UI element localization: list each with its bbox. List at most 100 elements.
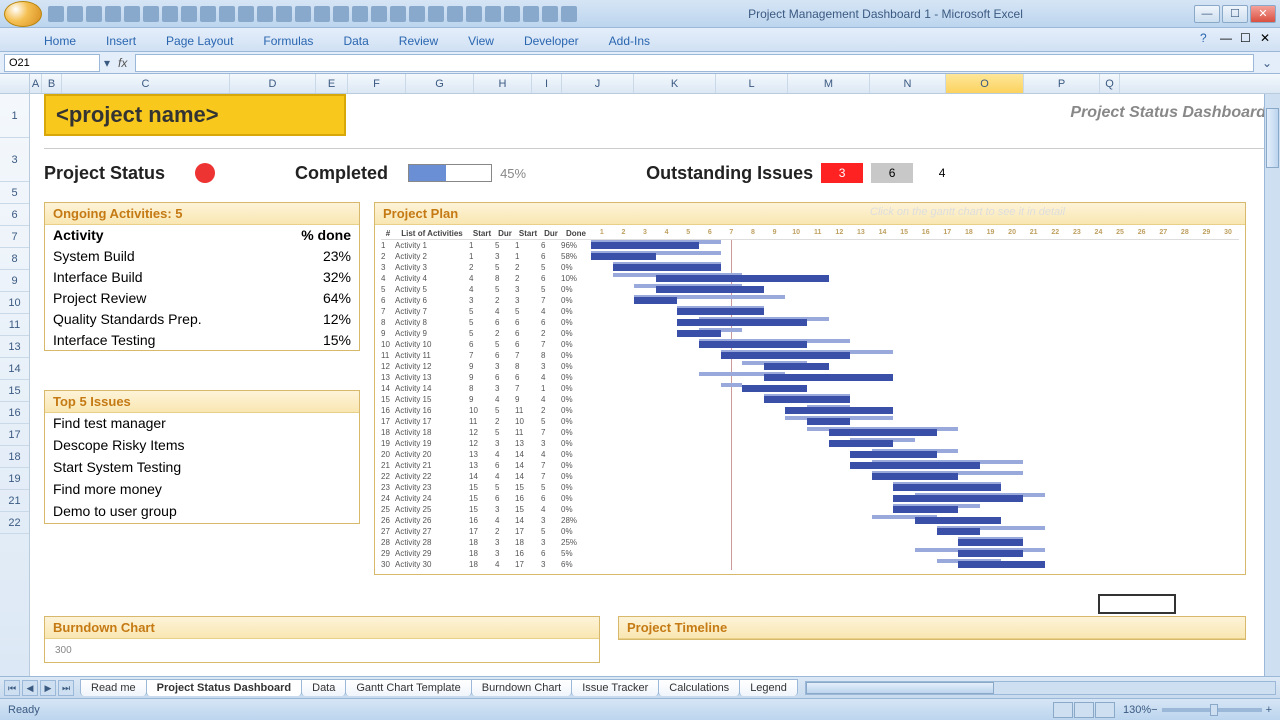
qat-icon[interactable] [238, 6, 254, 22]
column-header-L[interactable]: L [716, 74, 788, 93]
selected-cell[interactable] [1098, 594, 1176, 614]
qat-icon[interactable] [485, 6, 501, 22]
view-page-layout-icon[interactable] [1074, 702, 1094, 718]
name-box[interactable] [4, 54, 100, 72]
qat-icon[interactable] [428, 6, 444, 22]
qat-print-icon[interactable] [105, 6, 121, 22]
fx-icon[interactable]: fx [114, 56, 131, 70]
row-header-16[interactable]: 16 [0, 402, 29, 424]
ribbon-tab-formulas[interactable]: Formulas [255, 31, 321, 51]
office-button[interactable] [4, 1, 42, 27]
row-header-14[interactable]: 14 [0, 358, 29, 380]
tab-nav-first-icon[interactable]: ⏮ [4, 680, 20, 696]
row-header-1[interactable]: 1 [0, 94, 29, 138]
minimize-ribbon-icon[interactable]: — [1220, 31, 1234, 45]
qat-icon[interactable] [504, 6, 520, 22]
tab-nav-prev-icon[interactable]: ◀ [22, 680, 38, 696]
expand-formula-bar-icon[interactable]: ⌄ [1258, 56, 1276, 70]
column-header-H[interactable]: H [474, 74, 532, 93]
row-header-7[interactable]: 7 [0, 226, 29, 248]
row-header-8[interactable]: 8 [0, 248, 29, 270]
column-header-K[interactable]: K [634, 74, 716, 93]
qat-icon[interactable] [542, 6, 558, 22]
row-header-17[interactable]: 17 [0, 424, 29, 446]
qat-undo-icon[interactable] [67, 6, 83, 22]
column-header-D[interactable]: D [230, 74, 316, 93]
row-header-9[interactable]: 9 [0, 270, 29, 292]
qat-icon[interactable] [409, 6, 425, 22]
row-header-22[interactable]: 22 [0, 512, 29, 534]
maximize-button[interactable]: ☐ [1222, 5, 1248, 23]
ribbon-tab-review[interactable]: Review [391, 31, 446, 51]
qat-icon[interactable] [181, 6, 197, 22]
column-header-O[interactable]: O [946, 74, 1024, 93]
qat-icon[interactable] [390, 6, 406, 22]
row-header-6[interactable]: 6 [0, 204, 29, 226]
sheet-tab[interactable]: Legend [739, 679, 798, 696]
qat-redo-icon[interactable] [86, 6, 102, 22]
sheet-tab[interactable]: Data [301, 679, 346, 696]
select-all-button[interactable] [0, 74, 30, 93]
column-header-A[interactable]: A [30, 74, 42, 93]
qat-icon[interactable] [295, 6, 311, 22]
qat-icon[interactable] [523, 6, 539, 22]
close-button[interactable]: ✕ [1250, 5, 1276, 23]
ribbon-tab-view[interactable]: View [460, 31, 502, 51]
vertical-scrollbar[interactable] [1264, 94, 1280, 676]
row-header-13[interactable]: 13 [0, 336, 29, 358]
ribbon-tab-addins[interactable]: Add-Ins [601, 31, 658, 51]
sheet-tab[interactable]: Gantt Chart Template [345, 679, 471, 696]
qat-icon[interactable] [162, 6, 178, 22]
column-header-N[interactable]: N [870, 74, 946, 93]
qat-icon[interactable] [314, 6, 330, 22]
horizontal-scrollbar-thumb[interactable] [806, 682, 994, 694]
ribbon-tab-data[interactable]: Data [335, 31, 376, 51]
column-header-I[interactable]: I [532, 74, 562, 93]
name-box-dropdown-icon[interactable]: ▾ [104, 56, 110, 70]
view-page-break-icon[interactable] [1095, 702, 1115, 718]
ribbon-tab-insert[interactable]: Insert [98, 31, 144, 51]
qat-icon[interactable] [257, 6, 273, 22]
row-header-10[interactable]: 10 [0, 292, 29, 314]
zoom-in-button[interactable]: + [1266, 704, 1272, 716]
project-name-cell[interactable]: <project name> [44, 94, 346, 136]
row-header-3[interactable]: 3 [0, 138, 29, 182]
column-header-P[interactable]: P [1024, 74, 1100, 93]
sheet-tab[interactable]: Burndown Chart [471, 679, 573, 696]
sheet-tab[interactable]: Calculations [658, 679, 740, 696]
qat-icon[interactable] [561, 6, 577, 22]
project-plan-panel[interactable]: Project Plan # List of Activities Start … [374, 202, 1246, 575]
qat-icon[interactable] [124, 6, 140, 22]
close-workbook-icon[interactable]: ✕ [1260, 31, 1274, 45]
ribbon-tab-developer[interactable]: Developer [516, 31, 587, 51]
qat-icon[interactable] [143, 6, 159, 22]
qat-icon[interactable] [276, 6, 292, 22]
row-header-11[interactable]: 11 [0, 314, 29, 336]
qat-icon[interactable] [200, 6, 216, 22]
vertical-scrollbar-thumb[interactable] [1266, 108, 1279, 168]
column-header-C[interactable]: C [62, 74, 230, 93]
qat-icon[interactable] [333, 6, 349, 22]
row-header-5[interactable]: 5 [0, 182, 29, 204]
qat-icon[interactable] [466, 6, 482, 22]
sheet-tab[interactable]: Project Status Dashboard [146, 679, 302, 696]
qat-icon[interactable] [371, 6, 387, 22]
view-normal-icon[interactable] [1053, 702, 1073, 718]
column-header-M[interactable]: M [788, 74, 870, 93]
qat-save-icon[interactable] [48, 6, 64, 22]
ribbon-tab-page-layout[interactable]: Page Layout [158, 31, 241, 51]
qat-icon[interactable] [352, 6, 368, 22]
column-header-E[interactable]: E [316, 74, 348, 93]
row-header-15[interactable]: 15 [0, 380, 29, 402]
minimize-button[interactable]: — [1194, 5, 1220, 23]
row-header-18[interactable]: 18 [0, 446, 29, 468]
zoom-level[interactable]: 130% [1123, 704, 1151, 716]
zoom-slider[interactable] [1162, 708, 1262, 712]
restore-window-icon[interactable]: ☐ [1240, 31, 1254, 45]
column-header-J[interactable]: J [562, 74, 634, 93]
tab-nav-next-icon[interactable]: ▶ [40, 680, 56, 696]
tab-nav-last-icon[interactable]: ⏭ [58, 680, 74, 696]
sheet-tab[interactable]: Read me [80, 679, 147, 696]
column-header-F[interactable]: F [348, 74, 406, 93]
sheet-tab[interactable]: Issue Tracker [571, 679, 659, 696]
